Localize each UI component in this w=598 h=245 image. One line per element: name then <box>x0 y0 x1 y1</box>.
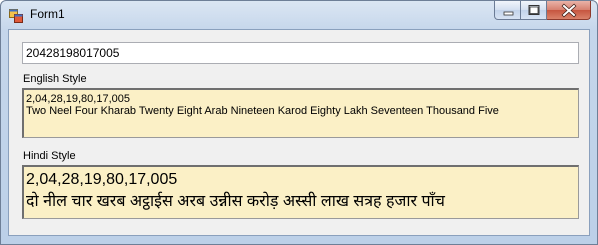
english-words: Two Neel Four Kharab Twenty Eight Arab N… <box>26 105 499 117</box>
number-input[interactable] <box>22 42 579 64</box>
minimize-icon <box>503 11 514 16</box>
winforms-app-icon[interactable] <box>9 8 23 23</box>
window-controls <box>494 1 591 21</box>
maximize-button[interactable] <box>521 1 547 20</box>
hindi-words: दो नील चार खरब अट्ठाईस अरब उन्नीस करोड़ … <box>26 193 445 210</box>
minimize-button[interactable] <box>494 1 521 20</box>
english-style-label: English Style <box>23 73 87 85</box>
close-icon <box>561 3 577 18</box>
window: Form1 English Style <box>0 0 598 245</box>
title-bar[interactable]: Form1 <box>1 1 597 29</box>
hindi-output-box[interactable]: 2,04,28,19,80,17,005 दो नील चार खरब अट्ठ… <box>22 165 579 219</box>
close-button[interactable] <box>547 1 591 20</box>
form-client-area: English Style 2,04,28,19,80,17,005 Two N… <box>8 29 590 236</box>
maximize-icon <box>528 5 540 15</box>
english-output-box[interactable]: 2,04,28,19,80,17,005 Two Neel Four Khara… <box>22 88 579 138</box>
window-title: Form1 <box>30 7 65 21</box>
english-formatted-number: 2,04,28,19,80,17,005 <box>26 93 130 105</box>
hindi-formatted-number: 2,04,28,19,80,17,005 <box>26 171 178 188</box>
hindi-style-label: Hindi Style <box>23 150 76 162</box>
